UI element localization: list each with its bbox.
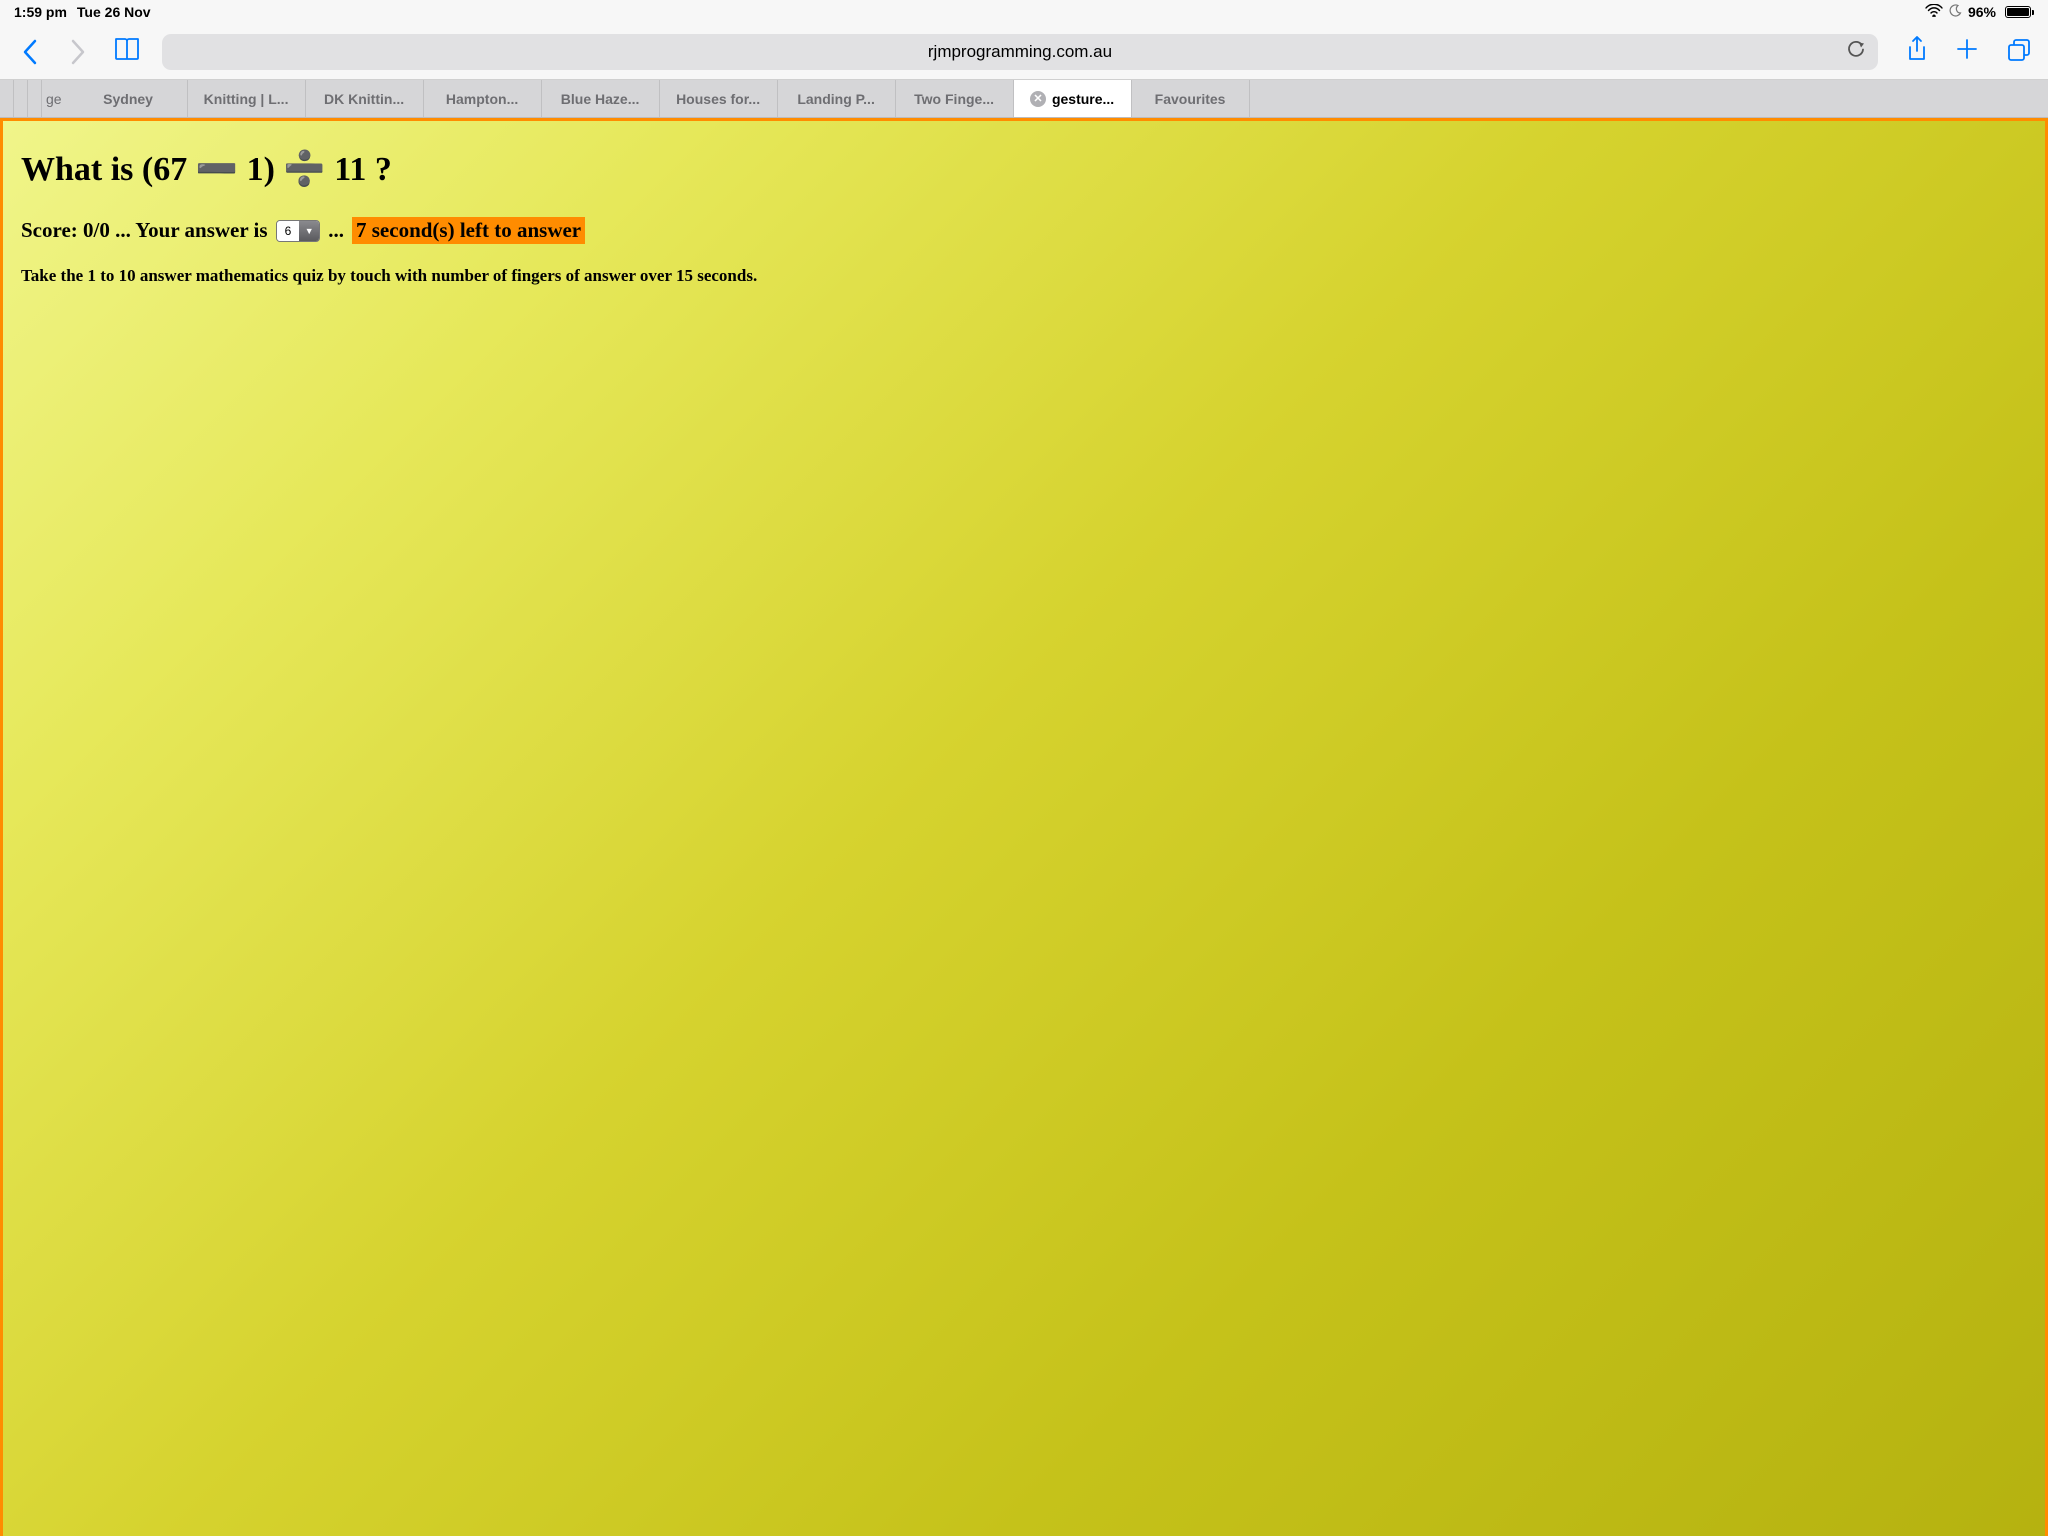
tabs-overview-button[interactable] (2006, 36, 2032, 67)
battery-percentage: 96% (1968, 4, 1996, 20)
url-bar[interactable]: rjmprogramming.com.au (162, 34, 1878, 70)
tab-houses[interactable]: Houses for... (660, 80, 778, 117)
url-text: rjmprogramming.com.au (928, 42, 1112, 62)
score-line: Score: 0/0 ... Your answer is 6 ▼ ... 7 … (21, 217, 2027, 244)
tab-overflow-left[interactable]: ge (0, 80, 70, 117)
tab-two-finger[interactable]: Two Finge... (896, 80, 1014, 117)
score-text: Score: 0/0 ... Your answer is (21, 218, 268, 243)
share-button[interactable] (1906, 35, 1928, 68)
page-content[interactable]: What is (67 ➖ 1) ➗ 11 ? Score: 0/0 ... Y… (0, 118, 2048, 1536)
countdown-badge: 7 second(s) left to answer (352, 217, 585, 244)
tab-partial-label: ge (46, 91, 62, 107)
tab-dk-knitting[interactable]: DK Knittin... (306, 80, 424, 117)
browser-toolbar: rjmprogramming.com.au (0, 24, 2048, 80)
tab-sydney[interactable]: Sydney (70, 80, 188, 117)
tab-knitting[interactable]: Knitting | L... (188, 80, 306, 117)
status-time: 1:59 pm (14, 4, 67, 20)
quiz-question: What is (67 ➖ 1) ➗ 11 ? (21, 149, 2027, 189)
tab-gesture-active[interactable]: ✕ gesture... (1014, 80, 1132, 117)
close-tab-icon[interactable]: ✕ (1030, 91, 1046, 107)
tab-landing[interactable]: Landing P... (778, 80, 896, 117)
wifi-icon (1925, 4, 1943, 20)
moon-icon (1949, 4, 1962, 20)
status-bar: 1:59 pm Tue 26 Nov 96% (0, 0, 2048, 24)
reload-button[interactable] (1846, 39, 1866, 64)
new-tab-button[interactable] (1954, 36, 1980, 67)
chevron-down-icon: ▼ (299, 221, 319, 241)
status-date: Tue 26 Nov (77, 4, 151, 20)
tab-strip: ge Sydney Knitting | L... DK Knittin... … (0, 80, 2048, 118)
bookmarks-button[interactable] (112, 36, 142, 67)
tab-blue-haze[interactable]: Blue Haze... (542, 80, 660, 117)
answer-value: 6 (277, 221, 300, 241)
forward-button[interactable] (64, 38, 92, 66)
answer-select[interactable]: 6 ▼ (276, 220, 321, 242)
ellipsis: ... (328, 218, 344, 243)
quiz-instructions: Take the 1 to 10 answer mathematics quiz… (21, 266, 2027, 286)
tab-hampton[interactable]: Hampton... (424, 80, 542, 117)
back-button[interactable] (16, 38, 44, 66)
tab-favourites[interactable]: Favourites (1132, 80, 1250, 117)
battery-icon (2002, 6, 2034, 18)
